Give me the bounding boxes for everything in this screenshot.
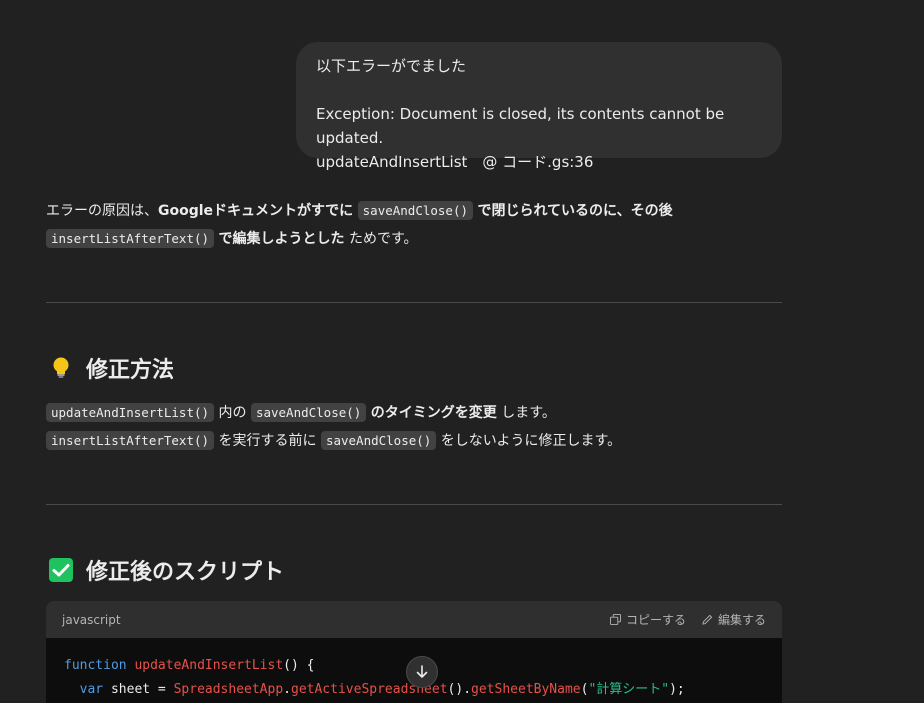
code-token: () { bbox=[283, 658, 315, 673]
copy-button[interactable]: コピーする bbox=[609, 611, 686, 628]
text: 内の bbox=[218, 405, 247, 421]
code-line-2: var sheet = SpreadsheetApp.getActiveSpre… bbox=[79, 682, 685, 697]
code-block: javascript コピーする 編集する function updateAnd… bbox=[46, 601, 782, 703]
code-block-header: javascript コピーする 編集する bbox=[46, 601, 782, 638]
user-message-bubble: 以下エラーがでました Exception: Document is closed… bbox=[296, 42, 782, 171]
inline-code: updateAndInsertList() bbox=[46, 403, 215, 422]
divider bbox=[46, 504, 782, 505]
intro-text: ためです。 bbox=[348, 231, 418, 247]
code-language-label: javascript bbox=[62, 612, 121, 627]
copy-icon bbox=[609, 614, 621, 625]
intro-text-bold: Googleドキュメントがすでに bbox=[158, 203, 354, 219]
section-heading-fix-method: 修正方法 bbox=[48, 350, 174, 386]
scroll-to-bottom-button[interactable] bbox=[406, 656, 438, 688]
code-token: getSheetByName bbox=[471, 682, 581, 697]
inline-code: saveAndClose() bbox=[357, 201, 473, 220]
arrow-down-icon bbox=[416, 665, 428, 678]
divider bbox=[46, 302, 782, 303]
intro-text-bold: で編集しようとした bbox=[218, 231, 345, 247]
inline-code: insertListAfterText() bbox=[46, 229, 215, 248]
text-bold: のタイミングを変更 bbox=[370, 405, 497, 421]
user-message-line: Exception: Document is closed, its conte… bbox=[316, 105, 725, 147]
section-title: 修正方法 bbox=[86, 358, 175, 383]
edit-label: 編集する bbox=[717, 613, 766, 627]
lightbulb-icon bbox=[48, 355, 74, 381]
user-message-line: 以下エラーがでました bbox=[316, 57, 467, 75]
code-token: function bbox=[64, 658, 127, 673]
section-heading-fixed-script: 修正後のスクリプト bbox=[48, 552, 284, 588]
user-message-line: updateAndInsertList @ コード.gs:36 bbox=[316, 153, 594, 171]
code-token: updateAndInsertList bbox=[134, 658, 284, 673]
code-token: SpreadsheetApp bbox=[173, 682, 284, 697]
inline-code: saveAndClose() bbox=[250, 403, 367, 422]
intro-text-bold: で閉じられているのに、その後 bbox=[477, 203, 673, 219]
chat-page: 以下エラーがでました Exception: Document is closed… bbox=[0, 0, 924, 703]
pencil-icon bbox=[702, 614, 713, 625]
text: します。 bbox=[501, 405, 556, 421]
inline-code: saveAndClose() bbox=[320, 431, 437, 450]
assistant-intro: エラーの原因は、Googleドキュメントがすでに saveAndClose() … bbox=[46, 197, 786, 253]
code-line-1: function updateAndInsertList() { bbox=[64, 658, 314, 673]
copy-label: コピーする bbox=[625, 613, 686, 627]
fix-method-text: updateAndInsertList() 内の saveAndClose() … bbox=[46, 399, 786, 455]
section-title: 修正後のスクリプト bbox=[86, 560, 285, 585]
code-token: var bbox=[79, 682, 104, 697]
inline-code: insertListAfterText() bbox=[46, 431, 215, 450]
intro-text: エラーの原因は、 bbox=[46, 203, 158, 219]
code-token: "計算シート" bbox=[588, 682, 670, 697]
edit-button[interactable]: 編集する bbox=[702, 611, 766, 628]
text: を実行する前に bbox=[218, 433, 317, 449]
text: をしないように修正します。 bbox=[440, 433, 622, 449]
check-box-icon bbox=[48, 557, 74, 583]
code-token: sheet = bbox=[103, 682, 174, 697]
